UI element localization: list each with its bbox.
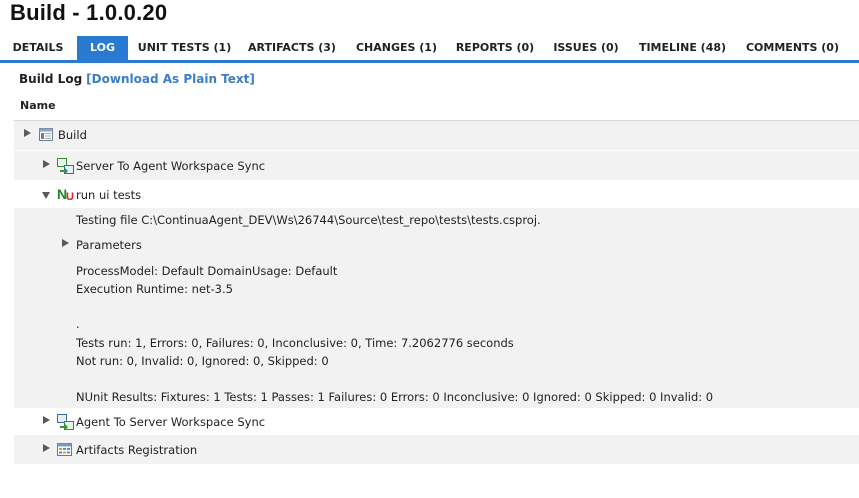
log-line-nunit-results: NUnit Results: Fixtures: 1 Tests: 1 Pass… (76, 390, 714, 404)
tab-details[interactable]: DETAILS (4, 36, 72, 60)
tree-item-artifacts-registration[interactable]: Artifacts Registration (76, 443, 197, 457)
artifacts-icon (57, 443, 72, 456)
collapse-run-tests-toggle[interactable] (42, 192, 50, 199)
log-line-testing-file: Testing file C:\ContinuaAgent_DEV\Ws\267… (76, 213, 541, 227)
row-band (14, 121, 859, 150)
expand-build-toggle[interactable] (24, 129, 31, 137)
download-plain-text-link[interactable]: [Download As Plain Text] (86, 72, 255, 86)
tree-item-parameters[interactable]: Parameters (76, 238, 142, 252)
log-heading-label: Build Log (19, 72, 83, 86)
tab-log[interactable]: LOG (77, 36, 128, 60)
tab-unit-tests[interactable]: UNIT TESTS (1) (136, 36, 233, 60)
tree-item-run-tests[interactable]: run ui tests (76, 188, 141, 202)
tab-changes[interactable]: CHANGES (1) (352, 36, 441, 60)
build-icon (39, 128, 53, 141)
log-line-not-run: Not run: 0, Invalid: 0, Ignored: 0, Skip… (76, 354, 329, 368)
log-line-dot: . (76, 317, 80, 331)
tab-reports[interactable]: REPORTS (0) (452, 36, 538, 60)
svg-text:U: U (66, 191, 74, 202)
log-line-tests-run: Tests run: 1, Errors: 0, Failures: 0, In… (76, 336, 514, 350)
tree-item-server-sync[interactable]: Server To Agent Workspace Sync (76, 159, 265, 173)
tab-bar: DETAILS LOG UNIT TESTS (1) ARTIFACTS (3)… (0, 36, 859, 60)
tree-item-agent-sync[interactable]: Agent To Server Workspace Sync (76, 415, 265, 429)
expand-agent-sync-toggle[interactable] (43, 416, 50, 424)
sync-icon (57, 414, 74, 430)
tab-comments[interactable]: COMMENTS (0) (741, 36, 844, 60)
expand-parameters-toggle[interactable] (62, 239, 69, 247)
expand-artifacts-registration-toggle[interactable] (43, 444, 50, 452)
column-header-name: Name (20, 99, 56, 112)
sync-icon (57, 158, 74, 174)
log-line-execution-runtime: Execution Runtime: net-3.5 (76, 282, 233, 296)
tab-timeline[interactable]: TIMELINE (48) (634, 36, 731, 60)
tab-issues[interactable]: ISSUES (0) (550, 36, 622, 60)
nunit-icon: N U (57, 186, 74, 202)
tab-underline (0, 60, 859, 63)
page-title: Build - 1.0.0.20 (10, 0, 168, 25)
expand-server-sync-toggle[interactable] (43, 160, 50, 168)
log-line-process-model: ProcessModel: Default DomainUsage: Defau… (76, 264, 338, 278)
log-heading: Build Log [Download As Plain Text] (19, 72, 255, 86)
tab-artifacts[interactable]: ARTIFACTS (3) (244, 36, 340, 60)
tree-item-build[interactable]: Build (58, 128, 87, 142)
